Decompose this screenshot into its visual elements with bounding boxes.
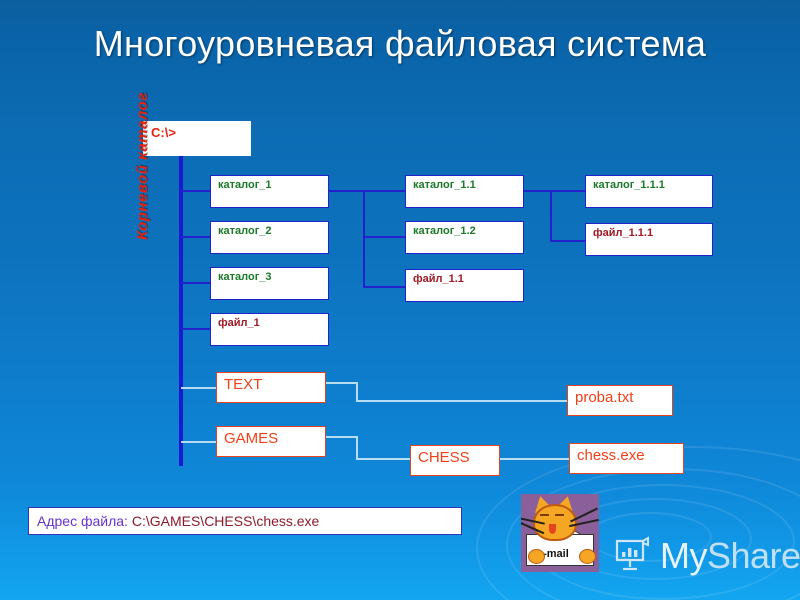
root-directory-label: C:\> (151, 125, 176, 140)
connector-level2-bus (363, 190, 365, 288)
cat-tongue-icon (549, 524, 556, 534)
connector-root-to-games (181, 441, 216, 443)
tree-node-label: файл_1 (218, 317, 260, 329)
connector-text-out (326, 382, 358, 384)
tree-node-label: каталог_2 (218, 225, 272, 237)
tree-node-katalog-3[interactable]: каталог_3 (210, 267, 329, 300)
watermark-my: My (660, 535, 708, 576)
tree-node-katalog-1-1-1[interactable]: каталог_1.1.1 (585, 175, 713, 208)
myshared-watermark: MyShared (612, 532, 800, 580)
tree-node-label: каталог_1.1.1 (593, 179, 665, 191)
file-address-path: C:\GAMES\CHESS\chess.exe (131, 513, 320, 529)
connector-katalog11-out (524, 190, 552, 192)
tree-node-katalog-1[interactable]: каталог_1 (210, 175, 329, 208)
tree-node-katalog-1-1[interactable]: каталог_1.1 (405, 175, 524, 208)
connector-to-fail111 (550, 240, 585, 242)
presentation-board-icon (612, 534, 652, 579)
tree-node-label: каталог_1 (218, 179, 272, 191)
slide-canvas: Многоуровневая файловая система C:\> Кор… (0, 0, 800, 600)
watermark-shared: Shared (707, 535, 800, 576)
tree-node-text[interactable]: TEXT (216, 372, 326, 403)
connector-text-drop (356, 382, 358, 402)
cat-eye-right-icon (555, 514, 564, 516)
tree-node-chess[interactable]: CHESS (410, 445, 500, 476)
tree-node-games[interactable]: GAMES (216, 426, 326, 457)
tree-node-fail-1-1[interactable]: файл_1.1 (405, 269, 524, 302)
connector-katalog1-out (329, 190, 365, 192)
tree-node-katalog-2[interactable]: каталог_2 (210, 221, 329, 254)
root-trunk-line (179, 153, 183, 466)
root-directory-annotation: Корневой каталог (134, 92, 151, 240)
tree-node-label: каталог_1.2 (413, 225, 476, 237)
watermark-text: MyShared (660, 535, 800, 577)
connector-games-to-chess (356, 458, 411, 460)
tree-node-label: chess.exe (577, 447, 645, 464)
cat-paw-right-icon (579, 549, 596, 564)
connector-to-katalog11 (363, 190, 405, 192)
cat-eye-left-icon (540, 514, 549, 516)
tree-node-label: каталог_3 (218, 271, 272, 283)
connector-to-katalog111 (550, 190, 585, 192)
tree-node-label: CHESS (418, 449, 470, 466)
tree-node-label: каталог_1.1 (413, 179, 476, 191)
connector-root-to-text (181, 387, 216, 389)
root-directory-box[interactable]: C:\> (143, 121, 251, 156)
tree-node-chess-exe[interactable]: chess.exe (569, 443, 684, 474)
connector-text-to-proba (356, 400, 567, 402)
tree-node-label: TEXT (224, 376, 263, 393)
tree-node-label: файл_1.1 (413, 273, 464, 285)
connector-games-out (326, 436, 358, 438)
cat-paw-left-icon (528, 549, 545, 564)
tree-node-label: proba.txt (575, 389, 634, 406)
connector-root-to-fail1 (181, 328, 210, 330)
connector-root-to-katalog3 (181, 282, 210, 284)
connector-chess-to-chessexe (499, 458, 569, 460)
tree-node-proba-txt[interactable]: proba.txt (567, 385, 673, 416)
tree-node-fail-1[interactable]: файл_1 (210, 313, 329, 346)
tree-node-fail-1-1-1[interactable]: файл_1.1.1 (585, 223, 713, 256)
connector-level3-bus (550, 190, 552, 242)
email-cat-icon[interactable]: e-mail (521, 494, 599, 572)
tree-node-label: GAMES (224, 430, 279, 447)
connector-games-drop (356, 436, 358, 460)
page-title: Многоуровневая файловая система (93, 23, 707, 64)
file-address-caption: Адрес файла: C:\GAMES\CHESS\chess.exe (28, 507, 462, 535)
connector-to-fail11 (363, 286, 405, 288)
file-address-label: Адрес файла: (37, 513, 128, 529)
tree-node-katalog-1-2[interactable]: каталог_1.2 (405, 221, 524, 254)
tree-node-label: файл_1.1.1 (593, 227, 654, 239)
connector-to-katalog12 (363, 236, 405, 238)
connector-root-to-katalog1 (181, 190, 210, 192)
connector-root-to-katalog2 (181, 236, 210, 238)
